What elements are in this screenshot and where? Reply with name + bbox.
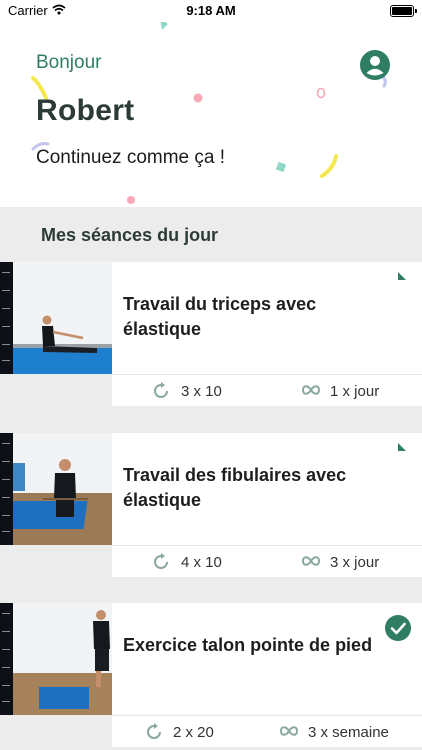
refresh-icon <box>154 553 168 569</box>
flag-icon <box>398 272 406 280</box>
username: Robert <box>36 94 135 127</box>
repetitions-text: 3 x 10 <box>181 383 222 400</box>
flag-icon <box>398 443 406 451</box>
exercise-meta: 4 x 10 3 x jour <box>112 545 422 577</box>
greeting-header: Bonjour Robert Continuez comme ça ! <box>0 22 422 207</box>
exercise-thumbnail <box>0 603 112 746</box>
profile-button[interactable] <box>360 50 390 80</box>
motivation-text: Continuez comme ça ! <box>36 147 226 168</box>
exercise-meta: 2 x 20 3 x semaine <box>112 715 422 747</box>
exercise-card[interactable]: Exercice talon pointe de pied 2 x 20 3 x… <box>0 603 422 747</box>
checkmark-icon <box>390 622 406 635</box>
exercise-title: Travail des fibulaires avec élastique <box>123 465 347 510</box>
repetitions-text: 4 x 10 <box>181 554 222 571</box>
exercise-card[interactable]: Travail du triceps avec élastique 3 x 10… <box>0 262 422 406</box>
exercise-title: Travail du triceps avec élastique <box>123 294 317 339</box>
section-title: Mes séances du jour <box>41 225 219 245</box>
exercise-card[interactable]: Travail des fibulaires avec élastique 4 … <box>0 433 422 577</box>
exercise-title: Exercice talon pointe de pied <box>123 635 373 655</box>
frequency-text: 3 x semaine <box>308 724 389 741</box>
status-bar: Carrier 9:18 AM <box>0 0 422 22</box>
exercise-thumbnail <box>0 262 112 405</box>
section-header: Mes séances du jour <box>0 207 422 257</box>
infinity-icon <box>301 385 321 395</box>
user-avatar-icon <box>366 56 384 76</box>
exercise-thumbnail <box>0 433 112 576</box>
repetitions-text: 2 x 20 <box>173 724 214 741</box>
completed-status <box>385 615 411 641</box>
battery-icon <box>390 5 417 17</box>
infinity-icon <box>279 726 299 736</box>
clock: 9:18 AM <box>186 3 236 18</box>
frequency-text: 3 x jour <box>330 554 380 571</box>
refresh-icon <box>154 382 168 398</box>
greeting-text: Bonjour <box>36 52 102 73</box>
exercise-meta: 3 x 10 1 x jour <box>112 374 422 406</box>
refresh-icon <box>147 723 161 739</box>
frequency-text: 1 x jour <box>330 383 380 400</box>
infinity-icon <box>301 556 321 566</box>
